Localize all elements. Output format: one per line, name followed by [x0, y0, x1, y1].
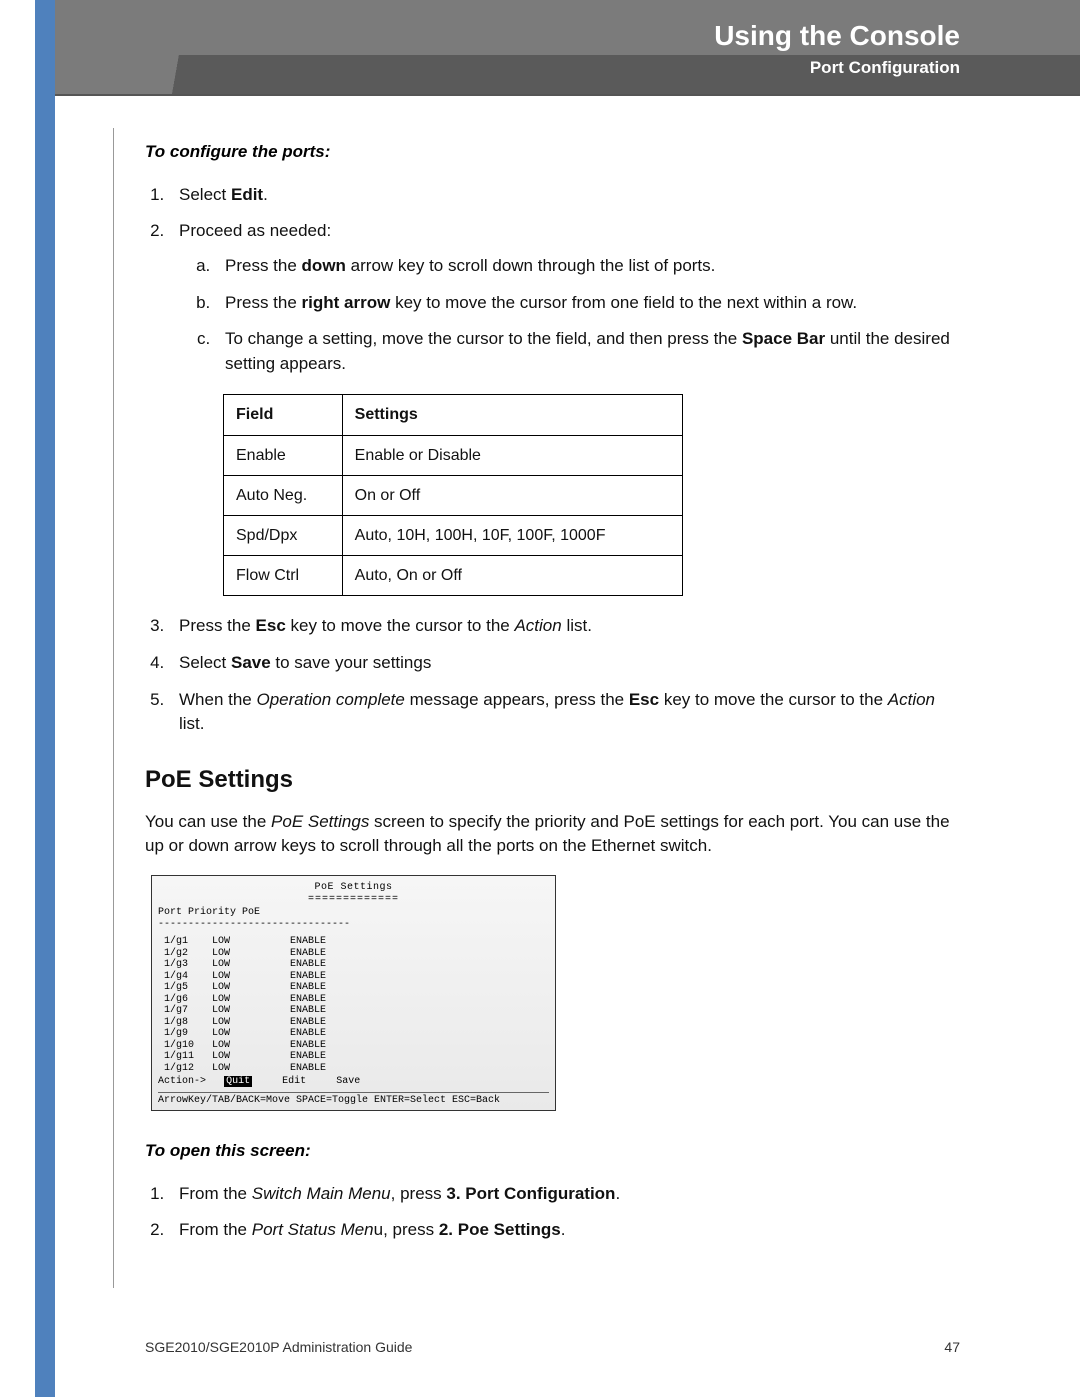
- table-row: Auto Neg. On or Off: [224, 475, 683, 515]
- table-row: Flow Ctrl Auto, On or Off: [224, 556, 683, 596]
- console-action-edit: Edit: [282, 1076, 306, 1087]
- footer-guide-name: SGE2010/SGE2010P Administration Guide: [145, 1339, 412, 1355]
- steps-list: Select Edit. Proceed as needed: Press th…: [169, 183, 955, 737]
- page-content: To configure the ports: Select Edit. Pro…: [145, 140, 955, 1255]
- step-2: Proceed as needed: Press the down arrow …: [169, 219, 955, 596]
- subhead-open-screen: To open this screen:: [145, 1139, 955, 1164]
- console-column-header: Port Priority PoE: [158, 907, 549, 919]
- substeps-list: Press the down arrow key to scroll down …: [215, 254, 955, 377]
- footer-page-number: 47: [944, 1339, 960, 1355]
- console-rows: 1/g1 LOW ENABLE 1/g2 LOW ENABLE 1/g3 LOW…: [158, 936, 549, 1074]
- side-accent-bar: [35, 0, 55, 1397]
- table-row: Spd/Dpx Auto, 10H, 100H, 10F, 100F, 1000…: [224, 516, 683, 556]
- col-field: Field: [224, 395, 343, 435]
- step-4: Select Save to save your settings: [169, 651, 955, 676]
- substep-c: To change a setting, move the cursor to …: [215, 327, 955, 376]
- open-steps-list: From the Switch Main Menu, press 3. Port…: [169, 1182, 955, 1243]
- margin-rule: [113, 128, 114, 1288]
- console-title-underline: =============: [158, 894, 549, 906]
- page-header: Using the Console Port Configuration: [55, 0, 1080, 96]
- table-row: Enable Enable or Disable: [224, 435, 683, 475]
- console-divider: --------------------------------: [158, 919, 549, 931]
- header-rule: [55, 94, 1080, 96]
- subhead-configure-ports: To configure the ports:: [145, 140, 955, 165]
- console-action-quit: Quit: [224, 1076, 252, 1087]
- console-help-line: ArrowKey/TAB/BACK=Move SPACE=Toggle ENTE…: [158, 1092, 549, 1107]
- step-1: Select Edit.: [169, 183, 955, 208]
- open-step-2: From the Port Status Menu, press 2. Poe …: [169, 1218, 955, 1243]
- console-title: PoE Settings: [158, 882, 549, 894]
- console-screenshot: PoE Settings ============= Port Priority…: [151, 875, 556, 1111]
- page-footer: SGE2010/SGE2010P Administration Guide 47: [145, 1339, 960, 1355]
- poe-paragraph: You can use the PoE Settings screen to s…: [145, 810, 955, 859]
- settings-table: Field Settings Enable Enable or Disable …: [223, 394, 683, 596]
- open-step-1: From the Switch Main Menu, press 3. Port…: [169, 1182, 955, 1207]
- step-3: Press the Esc key to move the cursor to …: [169, 614, 955, 639]
- console-action-row: Action-> Quit Edit Save: [158, 1076, 549, 1088]
- col-settings: Settings: [342, 395, 682, 435]
- substep-a: Press the down arrow key to scroll down …: [215, 254, 955, 279]
- heading-poe-settings: PoE Settings: [145, 763, 955, 798]
- section-title: Port Configuration: [810, 58, 960, 78]
- console-action-save: Save: [336, 1076, 360, 1087]
- chapter-title: Using the Console: [714, 20, 960, 52]
- substep-b: Press the right arrow key to move the cu…: [215, 291, 955, 316]
- step-5: When the Operation complete message appe…: [169, 688, 955, 737]
